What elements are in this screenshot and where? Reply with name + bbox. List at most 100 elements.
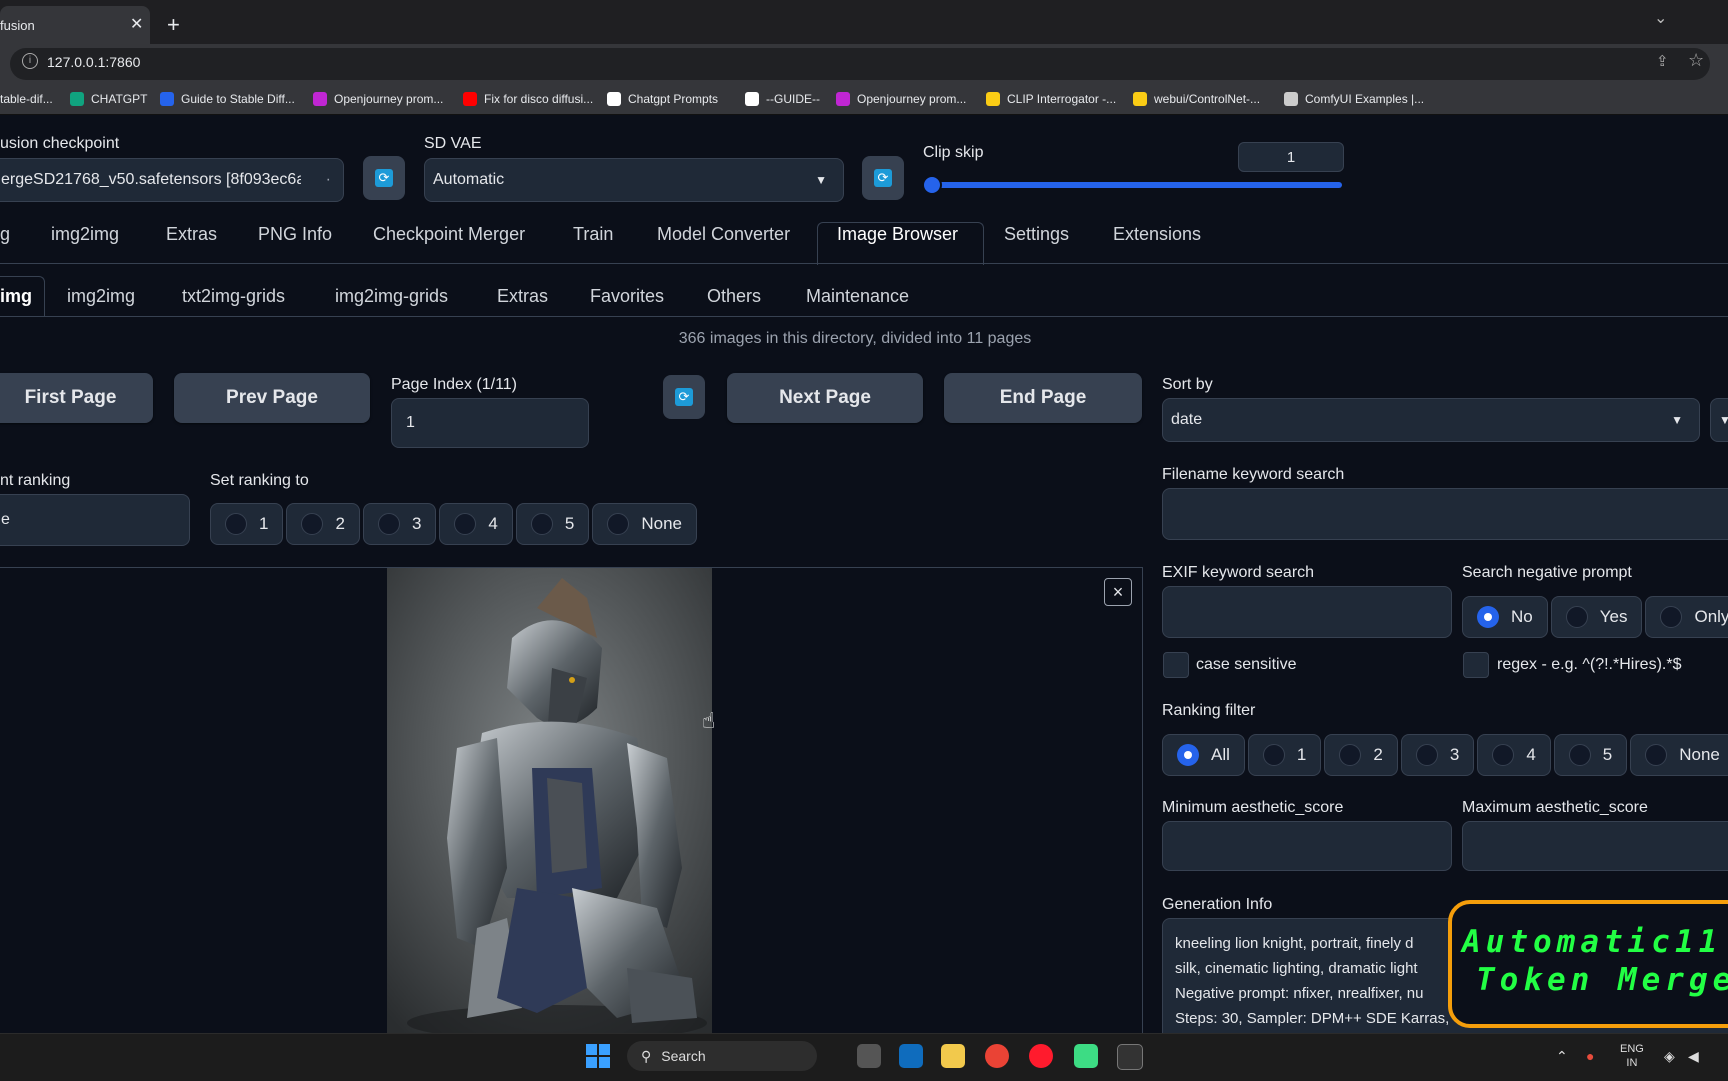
bookmark-item[interactable]: Fix for disco diffusi...	[463, 84, 593, 114]
sub-tab[interactable]: img2img	[67, 286, 135, 307]
clip-skip-slider-handle[interactable]	[922, 175, 942, 195]
refresh-vae-button[interactable]: ⟳	[862, 156, 904, 200]
url-text[interactable]: 127.0.0.1:7860	[47, 54, 140, 70]
negative-prompt-option[interactable]: No	[1462, 596, 1548, 638]
main-tab[interactable]: Extras	[166, 224, 217, 245]
bookmark-item[interactable]: table-dif...	[0, 84, 53, 114]
taskbar-search[interactable]: ⚲ Search	[627, 1041, 817, 1071]
bookmark-item[interactable]: --GUIDE--	[745, 84, 820, 114]
set-ranking-option[interactable]: 3	[362, 503, 437, 545]
radio-dot-icon	[1645, 744, 1668, 766]
chrome-icon[interactable]	[985, 1044, 1009, 1068]
radio-dot-icon	[1492, 744, 1515, 766]
set-ranking-option[interactable]: None	[592, 503, 697, 545]
set-ranking-option[interactable]: 4	[439, 503, 513, 545]
main-tab[interactable]: Model Converter	[657, 224, 790, 245]
tray-chevron-icon[interactable]: ⌃	[1556, 1048, 1568, 1065]
clip-skip-slider-track[interactable]	[930, 182, 1342, 188]
site-info-icon[interactable]: i	[22, 53, 38, 69]
clip-skip-number[interactable]: 1	[1238, 142, 1344, 172]
current-ranking-field: e	[0, 494, 190, 546]
close-icon[interactable]: ×	[1104, 578, 1132, 606]
case-sensitive-checkbox[interactable]	[1163, 652, 1189, 678]
tab-search-chevron-icon[interactable]: ⌄	[1654, 8, 1667, 28]
new-tab-icon[interactable]: +	[167, 12, 180, 38]
wifi-icon[interactable]: ◈	[1664, 1048, 1675, 1065]
ranking-filter-option[interactable]: 1	[1247, 734, 1322, 776]
set-ranking-option-label: 4	[488, 514, 498, 533]
gallery-image-armored-lion-knight[interactable]	[387, 568, 712, 1033]
bookmark-item[interactable]: CLIP Interrogator -...	[986, 84, 1116, 114]
refresh-page-button[interactable]: ⟳	[663, 375, 705, 419]
ranking-filter-option[interactable]: 2	[1324, 734, 1398, 776]
set-ranking-option-label: 3	[411, 514, 422, 533]
main-tab[interactable]: Settings	[1004, 224, 1069, 245]
sort-order-select[interactable]: ▼	[1710, 398, 1728, 442]
ranking-filter-option[interactable]: 5	[1553, 734, 1628, 776]
refresh-checkpoint-button[interactable]: ⟳	[363, 156, 405, 200]
android-app-icon[interactable]	[1074, 1044, 1098, 1068]
bookmark-item[interactable]: Chatgpt Prompts	[607, 84, 718, 114]
sub-tab[interactable]: Others	[707, 286, 761, 307]
main-tab[interactable]: PNG Info	[258, 224, 332, 245]
negative-prompt-option[interactable]: Only	[1645, 596, 1728, 638]
bookmark-star-icon[interactable]: ☆	[1688, 50, 1704, 71]
first-page-button[interactable]: First Page	[0, 373, 153, 423]
ranking-filter-option[interactable]: 4	[1477, 734, 1551, 776]
ranking-filter-option[interactable]: All	[1162, 734, 1245, 776]
windows-start-icon[interactable]	[586, 1044, 610, 1068]
close-tab-icon[interactable]: ✕	[130, 14, 143, 34]
bookmark-item[interactable]: Guide to Stable Diff...	[160, 84, 295, 114]
sub-tab[interactable]: txt2img-grids	[182, 286, 285, 307]
ranking-filter-option[interactable]: None	[1630, 734, 1728, 776]
main-tab[interactable]: Checkpoint Merger	[373, 224, 525, 245]
bookmark-item[interactable]: CHATGPT	[70, 84, 147, 114]
negative-prompt-option[interactable]: Yes	[1550, 596, 1643, 638]
overlay-line-2: Token Merge	[1476, 962, 1728, 998]
sort-by-select[interactable]: date ▼	[1162, 398, 1700, 442]
main-tab[interactable]: g	[0, 224, 10, 245]
min-aesthetic-input[interactable]	[1162, 821, 1452, 871]
bookmark-item[interactable]: webui/ControlNet-...	[1133, 84, 1260, 114]
main-tab[interactable]: Extensions	[1113, 224, 1201, 245]
main-tab[interactable]: Train	[573, 224, 613, 245]
checkpoint-select[interactable]: ergeSD21768_v50.safetensors [8f093ec6a ·	[0, 158, 344, 202]
chevron-down-icon: ▼	[1719, 413, 1728, 427]
set-ranking-option[interactable]: 2	[286, 503, 360, 545]
sub-tab[interactable]: img2img-grids	[335, 286, 448, 307]
filename-search-input[interactable]	[1162, 488, 1728, 540]
sub-tab[interactable]: img	[0, 286, 32, 307]
regex-checkbox[interactable]	[1463, 652, 1489, 678]
volume-icon[interactable]: ◀	[1688, 1048, 1699, 1065]
main-tab[interactable]: Image Browser	[837, 224, 958, 245]
sub-tab[interactable]: Extras	[497, 286, 548, 307]
next-page-button[interactable]: Next Page	[727, 373, 923, 423]
share-icon[interactable]: ⇪	[1656, 52, 1669, 70]
sub-tab[interactable]: Favorites	[590, 286, 664, 307]
set-ranking-option-label: 2	[335, 514, 345, 533]
set-ranking-option[interactable]: 5	[515, 503, 590, 545]
address-bar[interactable]	[10, 48, 1710, 80]
language-indicator[interactable]: ENG IN	[1620, 1042, 1644, 1070]
microphone-icon[interactable]: ●	[1586, 1048, 1594, 1064]
vae-select[interactable]: Automatic ▼	[424, 158, 844, 202]
task-view-icon[interactable]	[857, 1044, 881, 1068]
ranking-filter-option[interactable]: 3	[1400, 734, 1475, 776]
prev-page-button[interactable]: Prev Page	[174, 373, 370, 423]
exif-search-input[interactable]	[1162, 586, 1452, 638]
end-page-button[interactable]: End Page	[944, 373, 1142, 423]
mouse-cursor-icon: ☝	[702, 708, 716, 733]
opera-icon[interactable]	[1029, 1044, 1053, 1068]
page-index-input[interactable]: 1	[391, 398, 589, 448]
sub-tab[interactable]: Maintenance	[806, 286, 909, 307]
terminal-icon[interactable]	[1117, 1044, 1143, 1070]
bookmark-item[interactable]: Openjourney prom...	[313, 84, 443, 114]
bookmark-item[interactable]: Openjourney prom...	[836, 84, 966, 114]
main-tab[interactable]: img2img	[51, 224, 119, 245]
bing-icon[interactable]	[899, 1044, 923, 1068]
max-aesthetic-input[interactable]	[1462, 821, 1728, 871]
radio-dot-icon	[1415, 744, 1438, 766]
set-ranking-option[interactable]: 1	[210, 503, 284, 545]
file-explorer-icon[interactable]	[941, 1044, 965, 1068]
bookmark-item[interactable]: ComfyUI Examples |...	[1284, 84, 1424, 114]
